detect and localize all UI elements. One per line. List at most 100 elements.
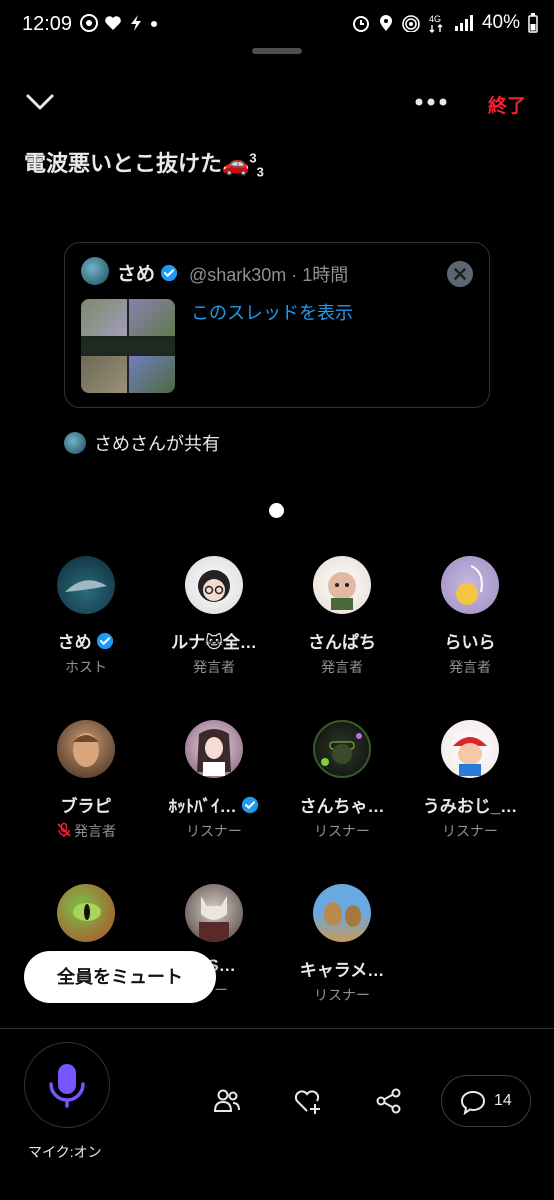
participant-name: さめ	[22, 628, 150, 653]
shared-post-author-name: さめ	[117, 264, 156, 285]
mic-icon	[49, 1064, 85, 1108]
people-icon[interactable]	[212, 1086, 242, 1116]
bolt-notification-icon	[131, 15, 141, 31]
chevron-down-icon[interactable]	[26, 92, 54, 112]
shared-by-line: さめさんが共有	[64, 430, 220, 456]
avatar	[185, 720, 243, 778]
space-title-superscript: 3	[249, 150, 257, 166]
participant-role: リスナー	[442, 823, 498, 839]
participant-name: さんちゃ…	[299, 797, 385, 816]
participant-tile[interactable]: うみおじ_… リスナー	[406, 720, 534, 841]
battery-percent: 40%	[481, 12, 520, 33]
participant-tile[interactable]: ﾎｯﾄﾊﾞｲ… リスナー	[150, 720, 278, 841]
space-title: 電波悪いとこ抜けた🚗33	[24, 146, 264, 180]
signal-icon	[454, 15, 473, 31]
page-indicator-dot	[269, 503, 284, 518]
participant-name: キャラメ…	[299, 961, 385, 980]
sancha-avatar-art	[321, 733, 362, 766]
end-space-button[interactable]: 終了	[488, 91, 526, 118]
luna-avatar-art	[198, 570, 230, 602]
participant-tile[interactable]: さんぱち 発言者	[278, 556, 406, 677]
participant-tile[interactable]: キャラメ… リスナー	[278, 884, 406, 1005]
avatar	[185, 556, 243, 614]
participant-role: 発言者	[193, 659, 235, 675]
mic-muted-icon	[57, 822, 71, 837]
participant-name: うみおじ_…	[422, 797, 518, 816]
shared-post-card[interactable]: さめ @shark30m · 1時間 このスレッドを表示	[64, 242, 490, 408]
participant-tile[interactable]	[22, 884, 150, 956]
heart-notification-icon	[105, 16, 121, 30]
avatar	[441, 556, 499, 614]
verified-badge-icon	[97, 632, 114, 650]
participant-tile[interactable]: さめ ホスト	[22, 556, 150, 677]
shared-post-avatar	[81, 257, 109, 285]
shared-post-handle-time: @shark30m · 1時間	[189, 265, 349, 285]
raira-avatar-art	[456, 565, 483, 605]
more-options-icon[interactable]	[414, 88, 448, 116]
thumbnail-progress-strip	[81, 337, 175, 355]
participant-tile[interactable]: らいら 発言者	[406, 556, 534, 677]
battery-icon	[528, 13, 538, 33]
comments-button[interactable]: 14	[441, 1075, 531, 1127]
thumbnail-photo	[129, 299, 175, 336]
participant-role: 発言者	[449, 659, 491, 675]
status-bar: 12:09 4G 40%	[0, 0, 554, 52]
status-time: 12:09	[22, 13, 73, 35]
space-title-subscript: 3	[256, 164, 264, 180]
avatar	[313, 884, 371, 942]
share-icon[interactable]	[374, 1086, 404, 1116]
avatar	[185, 884, 243, 942]
shared-by-text: さめさんが共有	[94, 434, 220, 454]
verified-badge-icon	[161, 264, 178, 282]
shared-post-author: さめ	[117, 259, 178, 286]
space-title-text: 電波悪いとこ抜けた🚗	[24, 151, 250, 176]
participant-role: ホスト	[65, 659, 107, 675]
network-4g-icon: 4G	[429, 14, 443, 33]
app-notification-icon	[80, 14, 98, 32]
lizard-eye-avatar-art	[73, 903, 101, 921]
hotbuy-avatar-art	[197, 729, 231, 776]
avatar	[57, 556, 115, 614]
avatar	[441, 720, 499, 778]
view-thread-link[interactable]: このスレッドを表示	[191, 299, 353, 325]
participant-name: らいら	[444, 633, 496, 652]
shark-avatar-art	[65, 580, 107, 592]
participant-role: リスナー	[186, 823, 242, 839]
participant-role: リスナー	[314, 823, 370, 839]
shared-by-avatar	[64, 432, 86, 454]
avatar	[57, 720, 115, 778]
mute-all-button[interactable]: 全員をミュート	[24, 951, 216, 1003]
participant-name: さんぱち	[308, 633, 376, 652]
sanpachi-avatar-art	[328, 572, 356, 610]
comment-count: 14	[494, 1092, 512, 1109]
close-icon[interactable]	[447, 261, 473, 287]
location-icon	[379, 15, 392, 31]
bottom-divider	[0, 1028, 554, 1029]
dot-notification-icon	[151, 21, 157, 27]
participant-name: ﾎｯﾄﾊﾞｲ…	[150, 792, 278, 817]
shared-post-thumbnail	[81, 299, 175, 393]
participant-tile[interactable]: ルナ🐱全… 発言者	[150, 556, 278, 677]
avatar	[313, 720, 371, 778]
participant-tile[interactable]: さんちゃ… リスナー	[278, 720, 406, 841]
hotspot-icon	[402, 15, 420, 32]
participant-role: リスナー	[314, 987, 370, 1003]
mic-toggle-button[interactable]	[24, 1042, 110, 1128]
participant-name-text: ﾎｯﾄﾊﾞｲ…	[168, 797, 237, 816]
camel-avatar-art	[324, 902, 361, 927]
umioji-avatar-art	[453, 737, 487, 776]
mic-status-label: マイク:オン	[28, 1144, 102, 1160]
space-top-bar: 終了	[0, 84, 554, 124]
participant-name: ブラピ	[60, 797, 112, 816]
participant-tile[interactable]: ブラピ 発言者	[22, 720, 150, 841]
participant-name-text: さめ	[57, 633, 92, 652]
sheet-drag-handle[interactable]	[252, 48, 302, 54]
fs-avatar-art	[199, 896, 229, 942]
thumbnail-photo	[129, 356, 175, 393]
status-left-icons	[80, 14, 158, 32]
thumbnail-photo	[81, 356, 127, 393]
heart-plus-icon[interactable]	[293, 1086, 323, 1116]
burapi-avatar-art	[73, 733, 99, 767]
avatar	[57, 884, 115, 942]
participant-role: 発言者	[22, 821, 150, 841]
